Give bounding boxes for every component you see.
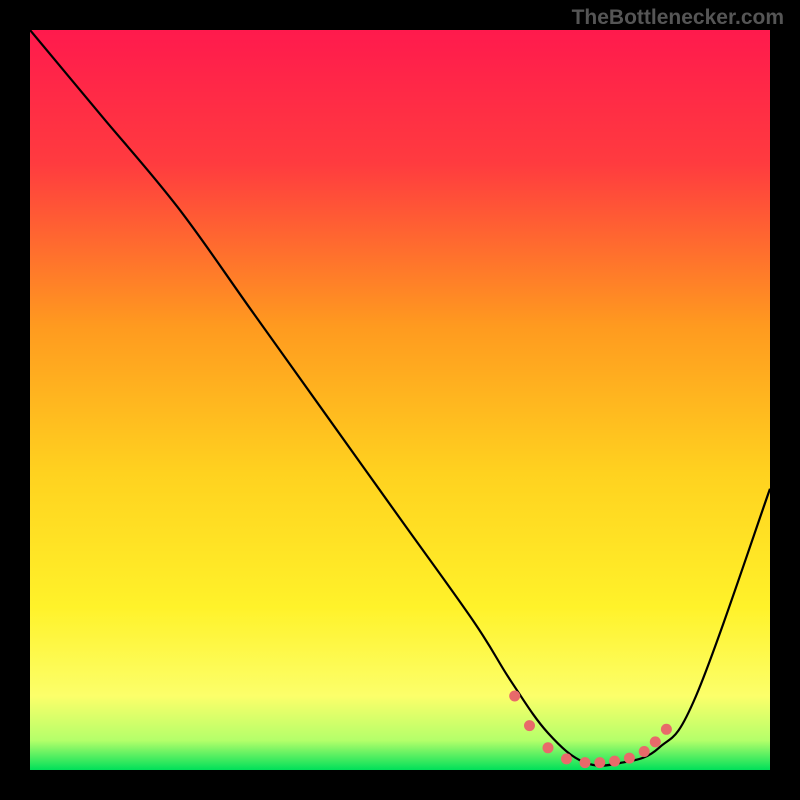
marker-dot [580,757,591,768]
gradient-background [30,30,770,770]
marker-dot [561,753,572,764]
marker-dot [650,736,661,747]
marker-dot [624,753,635,764]
marker-dot [509,691,520,702]
marker-dot [609,756,620,767]
chart-svg [30,30,770,770]
chart-container: TheBottlenecker.com [0,0,800,800]
plot-area [30,30,770,770]
marker-dot [543,742,554,753]
marker-dot [639,746,650,757]
marker-dot [594,757,605,768]
marker-dot [524,720,535,731]
watermark-text: TheBottlenecker.com [572,6,784,30]
marker-dot [661,724,672,735]
